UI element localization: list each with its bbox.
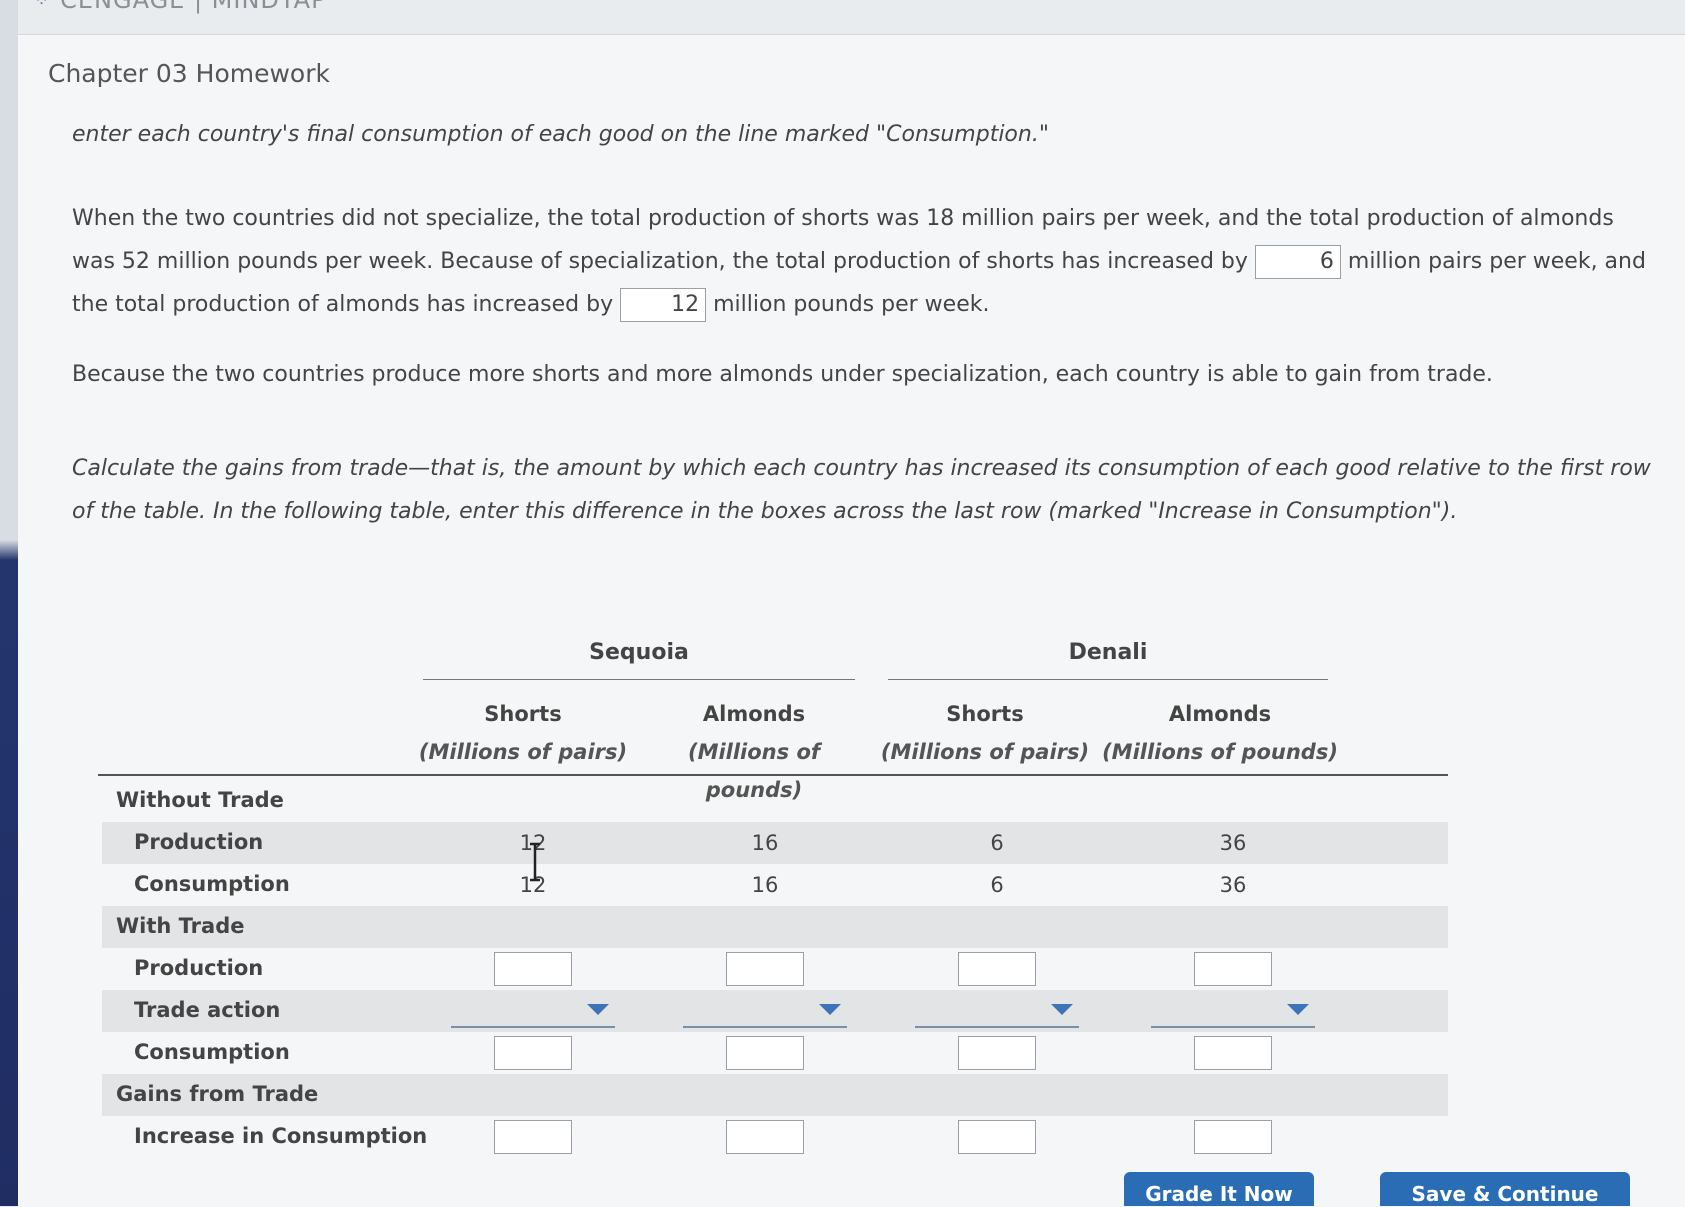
denali-shorts-consumption-input[interactable]	[958, 1036, 1036, 1070]
table-row: Consumption	[102, 1032, 1448, 1074]
assignment-page: Chapter 03 Homework enter each country's…	[18, 34, 1685, 1207]
country-header-sequoia: Sequoia	[423, 640, 855, 680]
dropdown-arrow-icon	[587, 1004, 609, 1015]
table-cell: 36	[1219, 873, 1247, 897]
denali-almonds-increase-input[interactable]	[1194, 1120, 1272, 1154]
page-title: Chapter 03 Homework	[48, 59, 330, 88]
sequoia-almonds-trade-action-select[interactable]	[683, 998, 847, 1028]
spec-text-c: million pounds per week.	[713, 292, 990, 317]
consumption-note: enter each country's final consumption o…	[72, 122, 1049, 147]
sequoia-almonds-consumption-input[interactable]	[726, 1036, 804, 1070]
denali-almonds-consumption-input[interactable]	[1194, 1036, 1272, 1070]
calc-instruction: Calculate the gains from trade—that is, …	[72, 456, 1651, 524]
table-cell: 6	[990, 831, 1004, 855]
sequoia-almonds-production-input[interactable]	[726, 952, 804, 986]
specialization-paragraph: When the two countries did not specializ…	[72, 197, 1652, 326]
table-cell: 6	[990, 873, 1004, 897]
section-row-without-trade: Without Trade	[116, 788, 284, 812]
table-row: Production 12 16 6 36	[102, 822, 1448, 864]
text-cursor-icon	[530, 842, 540, 882]
shorts-increase-field[interactable]: 6	[1254, 245, 1341, 279]
column-header: Shorts (Millions of pairs)	[880, 702, 1090, 764]
sequoia-shorts-production-input[interactable]	[494, 952, 572, 986]
denali-almonds-production-input[interactable]	[1194, 952, 1272, 986]
dropdown-arrow-icon	[1287, 1004, 1309, 1015]
section-row-gains: Gains from Trade	[102, 1074, 1448, 1116]
dropdown-arrow-icon	[819, 1004, 841, 1015]
almonds-increase-field[interactable]: 12	[620, 288, 707, 322]
header-divider	[98, 774, 1448, 776]
cengage-logo-icon: ⁘	[34, 0, 51, 11]
dropdown-arrow-icon	[1051, 1004, 1073, 1015]
sequoia-shorts-increase-input[interactable]	[494, 1120, 572, 1154]
save-continue-button[interactable]: Save & Continue	[1380, 1172, 1630, 1206]
section-row-with-trade: With Trade	[102, 906, 1448, 948]
denali-shorts-increase-input[interactable]	[958, 1120, 1036, 1154]
denali-shorts-production-input[interactable]	[958, 952, 1036, 986]
sequoia-shorts-consumption-input[interactable]	[494, 1036, 572, 1070]
table-row: Trade action	[102, 990, 1448, 1032]
table-row: Increase in Consumption	[102, 1116, 1448, 1158]
table-row: Consumption 12 16 6 36	[102, 864, 1448, 906]
table-cell: 16	[751, 873, 779, 897]
sequoia-shorts-trade-action-select[interactable]	[451, 998, 615, 1028]
column-header: Shorts (Millions of pairs)	[418, 702, 628, 764]
gain-statement: Because the two countries produce more s…	[72, 362, 1493, 387]
brand-logo-text: CENGAGE | MINDTAP	[60, 0, 327, 14]
table-row: Production	[102, 948, 1448, 990]
denali-shorts-trade-action-select[interactable]	[915, 998, 1079, 1028]
brand-logo: ⁘ CENGAGE | MINDTAP	[34, 0, 327, 14]
country-header-denali: Denali	[888, 640, 1328, 680]
left-rail	[0, 0, 18, 1206]
table-cell: 36	[1219, 831, 1247, 855]
sequoia-almonds-increase-input[interactable]	[726, 1120, 804, 1154]
denali-almonds-trade-action-select[interactable]	[1151, 998, 1315, 1028]
column-header: Almonds (Millions of pounds)	[1102, 702, 1338, 764]
table-cell: 16	[751, 831, 779, 855]
grade-it-now-button[interactable]: Grade It Now	[1124, 1172, 1314, 1206]
